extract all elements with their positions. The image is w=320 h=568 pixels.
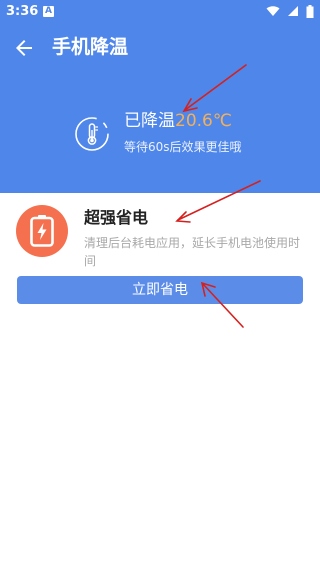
- thermometer-icon: [75, 117, 109, 151]
- back-button[interactable]: [12, 36, 36, 60]
- status-bar: 3:36 A: [0, 0, 320, 24]
- card-title: 超强省电: [84, 208, 149, 227]
- temperature-subtitle: 等待60s后效果更佳哦: [124, 140, 242, 154]
- signal-icon: [288, 6, 299, 16]
- cooled-label: 已降温: [124, 111, 175, 131]
- status-icons: [263, 5, 314, 19]
- wifi-icon: [266, 6, 280, 16]
- page-title: 手机降温: [52, 36, 129, 58]
- battery-badge: [16, 205, 68, 257]
- notification-icon: A: [43, 6, 54, 17]
- back-arrow-icon: [16, 40, 32, 56]
- save-power-button[interactable]: 立即省电: [17, 276, 303, 304]
- temperature-summary: 已降温20.6℃ 等待60s后效果更佳哦: [0, 100, 320, 170]
- temperature-value: 20.6℃: [175, 111, 232, 131]
- battery-charging-icon: [30, 215, 54, 247]
- app-bar: 手机降温: [0, 24, 320, 70]
- card-description: 清理后台耗电应用，延长手机电池使用时间: [84, 236, 301, 268]
- cooled-temperature: 已降温20.6℃: [124, 108, 232, 134]
- status-time: 3:36: [6, 4, 39, 19]
- battery-icon: [306, 5, 314, 18]
